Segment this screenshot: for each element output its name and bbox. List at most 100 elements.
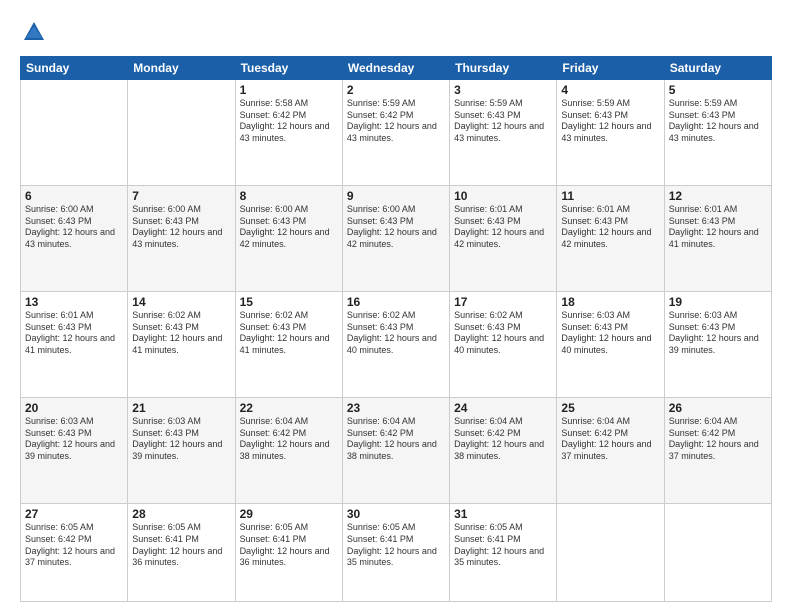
calendar-cell bbox=[664, 504, 771, 602]
calendar-cell: 29Sunrise: 6:05 AM Sunset: 6:41 PM Dayli… bbox=[235, 504, 342, 602]
day-number: 31 bbox=[454, 507, 552, 521]
day-number: 11 bbox=[561, 189, 659, 203]
cell-info: Sunrise: 6:04 AM Sunset: 6:42 PM Dayligh… bbox=[561, 416, 659, 463]
day-number: 2 bbox=[347, 83, 445, 97]
calendar-week-row: 6Sunrise: 6:00 AM Sunset: 6:43 PM Daylig… bbox=[21, 186, 772, 292]
calendar-cell: 17Sunrise: 6:02 AM Sunset: 6:43 PM Dayli… bbox=[450, 292, 557, 398]
calendar-cell: 31Sunrise: 6:05 AM Sunset: 6:41 PM Dayli… bbox=[450, 504, 557, 602]
day-number: 8 bbox=[240, 189, 338, 203]
day-number: 21 bbox=[132, 401, 230, 415]
calendar-cell: 1Sunrise: 5:58 AM Sunset: 6:42 PM Daylig… bbox=[235, 80, 342, 186]
cell-info: Sunrise: 5:59 AM Sunset: 6:43 PM Dayligh… bbox=[561, 98, 659, 145]
calendar-week-row: 1Sunrise: 5:58 AM Sunset: 6:42 PM Daylig… bbox=[21, 80, 772, 186]
cell-info: Sunrise: 6:00 AM Sunset: 6:43 PM Dayligh… bbox=[25, 204, 123, 251]
cell-info: Sunrise: 6:02 AM Sunset: 6:43 PM Dayligh… bbox=[132, 310, 230, 357]
calendar-cell: 2Sunrise: 5:59 AM Sunset: 6:42 PM Daylig… bbox=[342, 80, 449, 186]
calendar-cell bbox=[128, 80, 235, 186]
day-number: 15 bbox=[240, 295, 338, 309]
calendar-cell: 15Sunrise: 6:02 AM Sunset: 6:43 PM Dayli… bbox=[235, 292, 342, 398]
calendar-cell: 11Sunrise: 6:01 AM Sunset: 6:43 PM Dayli… bbox=[557, 186, 664, 292]
calendar-cell: 22Sunrise: 6:04 AM Sunset: 6:42 PM Dayli… bbox=[235, 398, 342, 504]
day-header: Sunday bbox=[21, 57, 128, 80]
cell-info: Sunrise: 6:01 AM Sunset: 6:43 PM Dayligh… bbox=[25, 310, 123, 357]
cell-info: Sunrise: 6:04 AM Sunset: 6:42 PM Dayligh… bbox=[347, 416, 445, 463]
cell-info: Sunrise: 5:59 AM Sunset: 6:42 PM Dayligh… bbox=[347, 98, 445, 145]
cell-info: Sunrise: 6:03 AM Sunset: 6:43 PM Dayligh… bbox=[561, 310, 659, 357]
header bbox=[20, 18, 772, 46]
cell-info: Sunrise: 6:02 AM Sunset: 6:43 PM Dayligh… bbox=[240, 310, 338, 357]
day-number: 9 bbox=[347, 189, 445, 203]
cell-info: Sunrise: 6:05 AM Sunset: 6:41 PM Dayligh… bbox=[240, 522, 338, 569]
day-number: 7 bbox=[132, 189, 230, 203]
calendar-cell bbox=[557, 504, 664, 602]
day-number: 30 bbox=[347, 507, 445, 521]
day-number: 10 bbox=[454, 189, 552, 203]
day-number: 5 bbox=[669, 83, 767, 97]
calendar-cell: 27Sunrise: 6:05 AM Sunset: 6:42 PM Dayli… bbox=[21, 504, 128, 602]
cell-info: Sunrise: 6:01 AM Sunset: 6:43 PM Dayligh… bbox=[561, 204, 659, 251]
cell-info: Sunrise: 6:05 AM Sunset: 6:41 PM Dayligh… bbox=[347, 522, 445, 569]
day-number: 26 bbox=[669, 401, 767, 415]
calendar-cell: 7Sunrise: 6:00 AM Sunset: 6:43 PM Daylig… bbox=[128, 186, 235, 292]
calendar-cell: 25Sunrise: 6:04 AM Sunset: 6:42 PM Dayli… bbox=[557, 398, 664, 504]
day-number: 16 bbox=[347, 295, 445, 309]
day-header: Monday bbox=[128, 57, 235, 80]
cell-info: Sunrise: 6:05 AM Sunset: 6:41 PM Dayligh… bbox=[454, 522, 552, 569]
calendar-cell: 26Sunrise: 6:04 AM Sunset: 6:42 PM Dayli… bbox=[664, 398, 771, 504]
cell-info: Sunrise: 6:00 AM Sunset: 6:43 PM Dayligh… bbox=[347, 204, 445, 251]
day-number: 29 bbox=[240, 507, 338, 521]
cell-info: Sunrise: 6:05 AM Sunset: 6:42 PM Dayligh… bbox=[25, 522, 123, 569]
day-number: 6 bbox=[25, 189, 123, 203]
cell-info: Sunrise: 6:02 AM Sunset: 6:43 PM Dayligh… bbox=[454, 310, 552, 357]
calendar-cell: 6Sunrise: 6:00 AM Sunset: 6:43 PM Daylig… bbox=[21, 186, 128, 292]
cell-info: Sunrise: 5:58 AM Sunset: 6:42 PM Dayligh… bbox=[240, 98, 338, 145]
day-number: 24 bbox=[454, 401, 552, 415]
calendar-cell: 20Sunrise: 6:03 AM Sunset: 6:43 PM Dayli… bbox=[21, 398, 128, 504]
cell-info: Sunrise: 6:04 AM Sunset: 6:42 PM Dayligh… bbox=[454, 416, 552, 463]
day-header: Friday bbox=[557, 57, 664, 80]
cell-info: Sunrise: 5:59 AM Sunset: 6:43 PM Dayligh… bbox=[669, 98, 767, 145]
calendar-cell: 4Sunrise: 5:59 AM Sunset: 6:43 PM Daylig… bbox=[557, 80, 664, 186]
cell-info: Sunrise: 6:05 AM Sunset: 6:41 PM Dayligh… bbox=[132, 522, 230, 569]
day-number: 13 bbox=[25, 295, 123, 309]
cell-info: Sunrise: 6:03 AM Sunset: 6:43 PM Dayligh… bbox=[669, 310, 767, 357]
day-number: 27 bbox=[25, 507, 123, 521]
day-number: 18 bbox=[561, 295, 659, 309]
calendar-week-row: 13Sunrise: 6:01 AM Sunset: 6:43 PM Dayli… bbox=[21, 292, 772, 398]
calendar-cell: 13Sunrise: 6:01 AM Sunset: 6:43 PM Dayli… bbox=[21, 292, 128, 398]
day-number: 3 bbox=[454, 83, 552, 97]
cell-info: Sunrise: 6:03 AM Sunset: 6:43 PM Dayligh… bbox=[132, 416, 230, 463]
cell-info: Sunrise: 6:03 AM Sunset: 6:43 PM Dayligh… bbox=[25, 416, 123, 463]
calendar-cell: 16Sunrise: 6:02 AM Sunset: 6:43 PM Dayli… bbox=[342, 292, 449, 398]
cell-info: Sunrise: 6:01 AM Sunset: 6:43 PM Dayligh… bbox=[669, 204, 767, 251]
calendar-cell: 10Sunrise: 6:01 AM Sunset: 6:43 PM Dayli… bbox=[450, 186, 557, 292]
day-number: 4 bbox=[561, 83, 659, 97]
calendar-cell: 24Sunrise: 6:04 AM Sunset: 6:42 PM Dayli… bbox=[450, 398, 557, 504]
day-number: 17 bbox=[454, 295, 552, 309]
cell-info: Sunrise: 6:00 AM Sunset: 6:43 PM Dayligh… bbox=[240, 204, 338, 251]
calendar-cell: 12Sunrise: 6:01 AM Sunset: 6:43 PM Dayli… bbox=[664, 186, 771, 292]
day-number: 25 bbox=[561, 401, 659, 415]
day-header: Thursday bbox=[450, 57, 557, 80]
day-number: 19 bbox=[669, 295, 767, 309]
day-number: 23 bbox=[347, 401, 445, 415]
cell-info: Sunrise: 6:04 AM Sunset: 6:42 PM Dayligh… bbox=[669, 416, 767, 463]
calendar-cell: 30Sunrise: 6:05 AM Sunset: 6:41 PM Dayli… bbox=[342, 504, 449, 602]
day-header: Wednesday bbox=[342, 57, 449, 80]
calendar-week-row: 27Sunrise: 6:05 AM Sunset: 6:42 PM Dayli… bbox=[21, 504, 772, 602]
cell-info: Sunrise: 5:59 AM Sunset: 6:43 PM Dayligh… bbox=[454, 98, 552, 145]
calendar-cell: 23Sunrise: 6:04 AM Sunset: 6:42 PM Dayli… bbox=[342, 398, 449, 504]
day-number: 28 bbox=[132, 507, 230, 521]
calendar-cell: 9Sunrise: 6:00 AM Sunset: 6:43 PM Daylig… bbox=[342, 186, 449, 292]
cell-info: Sunrise: 6:04 AM Sunset: 6:42 PM Dayligh… bbox=[240, 416, 338, 463]
calendar-cell: 21Sunrise: 6:03 AM Sunset: 6:43 PM Dayli… bbox=[128, 398, 235, 504]
header-row: SundayMondayTuesdayWednesdayThursdayFrid… bbox=[21, 57, 772, 80]
logo-icon bbox=[20, 18, 48, 46]
day-number: 1 bbox=[240, 83, 338, 97]
cell-info: Sunrise: 6:00 AM Sunset: 6:43 PM Dayligh… bbox=[132, 204, 230, 251]
calendar-cell bbox=[21, 80, 128, 186]
day-number: 14 bbox=[132, 295, 230, 309]
calendar-cell: 18Sunrise: 6:03 AM Sunset: 6:43 PM Dayli… bbox=[557, 292, 664, 398]
day-number: 22 bbox=[240, 401, 338, 415]
calendar-cell: 3Sunrise: 5:59 AM Sunset: 6:43 PM Daylig… bbox=[450, 80, 557, 186]
